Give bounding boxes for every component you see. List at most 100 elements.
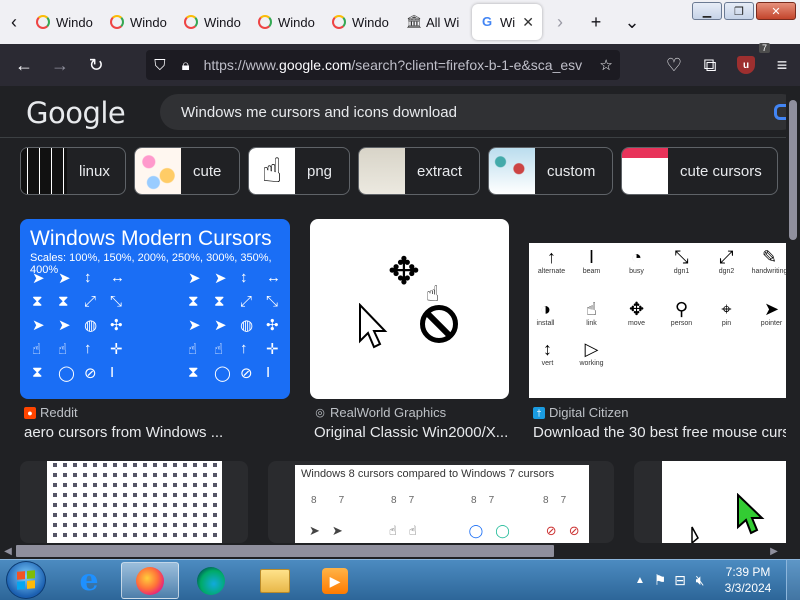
museum-icon: 🏛 [406, 14, 423, 29]
close-window-button[interactable]: ✕ [756, 2, 796, 20]
move-cursor-icon: ✥ [388, 251, 420, 293]
chip-linux[interactable]: linux [20, 147, 126, 195]
show-desktop-button[interactable] [786, 560, 800, 600]
vertical-scroll-thumb[interactable] [789, 100, 797, 240]
close-tab-icon[interactable]: ✕ [522, 14, 534, 31]
new-tab-button[interactable]: + [578, 0, 614, 44]
clock[interactable]: 7:39 PM 3/3/2024 [716, 564, 780, 596]
show-hidden-icons-button[interactable]: ▲ [630, 570, 650, 590]
chip-extract[interactable]: extract [358, 147, 480, 195]
bookmark-star-icon[interactable]: ☆ [598, 56, 614, 74]
tab-4[interactable]: Windo [250, 4, 324, 40]
ublock-icon[interactable]: u7 [728, 43, 770, 81]
reload-button[interactable]: ↻ [78, 49, 114, 81]
url-bar[interactable]: ⛉ 🔒︎ https://www.google.com/search?clien… [146, 50, 620, 80]
image-result[interactable]: ✥ ☝ ◎ RealWorld Graphics Original Classic… [310, 219, 510, 441]
green-cursor-image [662, 461, 786, 543]
google-lens-icon[interactable] [774, 104, 786, 120]
extensions-icon[interactable]: ⧉ [692, 49, 728, 81]
volume-muted-icon[interactable]: 🔇︎ [690, 570, 710, 590]
cursor-cell: ↑ alternate [537, 247, 566, 275]
google-logo[interactable]: Google [26, 96, 126, 130]
google-header: Google Windows me cursors and icons down… [0, 86, 800, 138]
window-controls: ▁ ❐ ✕ [692, 2, 796, 20]
internet-explorer-taskbar-button[interactable]: e [60, 562, 118, 599]
tab-strip: ‹ Windo Windo Windo Windo Windo 🏛 All Wi … [0, 0, 800, 44]
image-result[interactable]: ↑ alternate Ibeam ◔ busy ⤡ dgn1 ⤢ dgn2 ✎ hand… [529, 219, 786, 441]
forward-button[interactable]: → [42, 49, 78, 81]
cursor-cell: ⤢ dgn2 [718, 247, 735, 275]
pocket-icon[interactable]: ♡ [656, 49, 692, 81]
tab-3[interactable]: Windo [176, 4, 250, 40]
file-explorer-taskbar-button[interactable] [246, 562, 304, 599]
clock-date: 3/3/2024 [724, 581, 772, 595]
minimize-button[interactable]: ▁ [692, 2, 722, 20]
globe-icon: ◎ [315, 407, 325, 419]
scroll-right-arrow[interactable]: ▶ [766, 543, 782, 559]
tab-scroll-right-button[interactable]: › [542, 0, 578, 44]
chip-custom[interactable]: custom [488, 147, 613, 195]
tab-label: Windo [278, 14, 315, 30]
lock-icon[interactable]: 🔒︎ [178, 57, 194, 74]
result-thumbnail[interactable]: Windows 8 cursors compared to Windows 7 … [268, 461, 614, 543]
google-g-icon: G [481, 14, 493, 29]
scroll-left-arrow[interactable]: ◀ [0, 543, 16, 559]
network-icon[interactable]: ⊟ [670, 570, 690, 590]
tab-label: All Wi [426, 14, 460, 30]
shield-icon[interactable]: ⛉ [152, 57, 168, 74]
image-result[interactable] [20, 461, 248, 543]
result-title[interactable]: Original Classic Win2000/X... [314, 424, 510, 441]
result-thumbnail[interactable] [20, 461, 248, 543]
unavailable-cursor-icon [420, 305, 458, 343]
image-result[interactable]: Windows Modern Cursors Scales: 100%, 150… [20, 219, 290, 441]
chip-cute-cursors[interactable]: cute cursors [621, 147, 778, 195]
vertical-scrollbar[interactable] [786, 86, 800, 560]
result-title[interactable]: Download the 30 best free mouse curs [533, 424, 786, 441]
hand-cursor-icon: ☝ [426, 281, 440, 306]
media-player-taskbar-button[interactable]: ▶ [306, 562, 364, 599]
firefox-icon [136, 566, 164, 595]
horizontal-scrollbar[interactable]: ◀ ▶ [0, 543, 786, 559]
cursor-cell: ✥ move [627, 299, 646, 327]
search-query[interactable]: Windows me cursors and icons download [181, 104, 457, 121]
cursor-cell: ◑ install [536, 299, 555, 327]
result-thumbnail[interactable]: Windows Modern Cursors Scales: 100%, 150… [20, 219, 290, 399]
tab-1[interactable]: Windo [28, 4, 102, 40]
tab-active[interactable]: G Wi ✕ [472, 4, 542, 40]
cursor-grid-right: ➤ ➤ ↕ ↔ ⧗ ⧗ ⤢ ⤡ ➤ ➤ ◍ ✣ ☝ ☝ ↑ ✛ ⧗ ◯ ⊘ I [188, 269, 281, 382]
tab-2[interactable]: Windo [102, 4, 176, 40]
search-input[interactable]: Windows me cursors and icons download [160, 94, 800, 130]
firefox-taskbar-button[interactable] [121, 562, 179, 599]
url-text[interactable]: https://www.google.com/search?client=fir… [204, 57, 589, 73]
edge-taskbar-button[interactable] [182, 562, 240, 599]
tab-scroll-left-button[interactable]: ‹ [0, 0, 28, 44]
result-thumbnail[interactable]: ✥ ☝ [310, 219, 509, 399]
back-button[interactable]: ← [6, 49, 42, 81]
result-source[interactable]: ● Reddit [24, 405, 78, 420]
tab-6[interactable]: 🏛 All Wi [398, 4, 472, 40]
maximize-button[interactable]: ❐ [724, 2, 754, 20]
horizontal-scroll-thumb[interactable] [16, 545, 554, 557]
cursor-cell: ⤡ dgn1 [673, 247, 690, 275]
result-thumbnail[interactable]: ↑ alternate Ibeam ◔ busy ⤡ dgn1 ⤢ dgn2 ✎ hand… [529, 243, 786, 398]
chip-cute[interactable]: cute [134, 147, 240, 195]
result-source[interactable]: ◎ RealWorld Graphics [314, 405, 446, 420]
image-result[interactable]: Windows 8 cursors compared to Windows 7 … [268, 461, 614, 543]
chip-thumbnail [622, 148, 668, 194]
navigation-toolbar: ← → ↻ ⛉ 🔒︎ https://www.google.com/search… [0, 43, 800, 86]
result-source[interactable]: † Digital Citizen [533, 405, 628, 420]
result-title[interactable]: aero cursors from Windows ... [24, 424, 290, 441]
image-result[interactable] [634, 461, 786, 543]
google-icon [258, 15, 272, 29]
cursor-comparison-icons: ➤ ➤ ☝ ☝ ◯ ◯ ⊘ ⊘ [309, 523, 580, 538]
google-icon [36, 15, 50, 29]
cursor-cell: ⌖ pin [721, 299, 732, 327]
chip-png[interactable]: ☝ png [248, 147, 350, 195]
menu-icon[interactable]: ≡ [764, 49, 800, 81]
internet-explorer-icon: e [79, 562, 99, 598]
list-all-tabs-button[interactable]: ⌄ [614, 0, 650, 44]
tab-5[interactable]: Windo [324, 4, 398, 40]
result-thumbnail[interactable] [634, 461, 786, 543]
action-center-flag-icon[interactable]: ⚑ [650, 570, 670, 590]
start-button[interactable] [6, 561, 46, 599]
